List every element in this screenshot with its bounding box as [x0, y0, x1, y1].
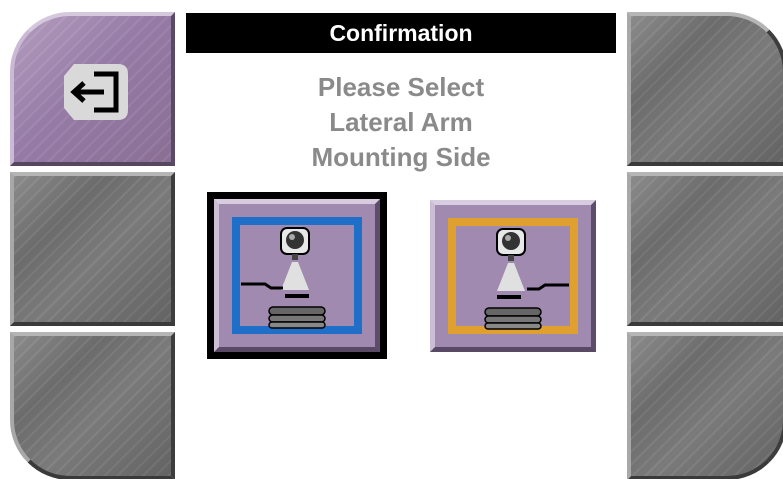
exit-button[interactable]: [10, 12, 175, 166]
prompt-line: Please Select: [317, 72, 485, 102]
prompt-line: Mounting Side: [311, 142, 491, 172]
prompt-text: Please Select Lateral Arm Mounting Side: [186, 70, 616, 175]
exit-icon: [64, 64, 128, 120]
left-button-2[interactable]: [10, 172, 175, 326]
right-button-2[interactable]: [627, 172, 783, 326]
right-button-1[interactable]: [627, 12, 783, 166]
lateral-arm-right-icon: [484, 228, 569, 330]
mount-right-option-button[interactable]: [430, 200, 596, 352]
right-button-3[interactable]: [627, 332, 783, 479]
mount-left-option-button[interactable]: [214, 199, 380, 352]
page-title: Confirmation: [186, 13, 616, 53]
left-button-3[interactable]: [10, 332, 175, 479]
lateral-arm-left-icon: [241, 227, 326, 329]
prompt-line: Lateral Arm: [329, 107, 473, 137]
